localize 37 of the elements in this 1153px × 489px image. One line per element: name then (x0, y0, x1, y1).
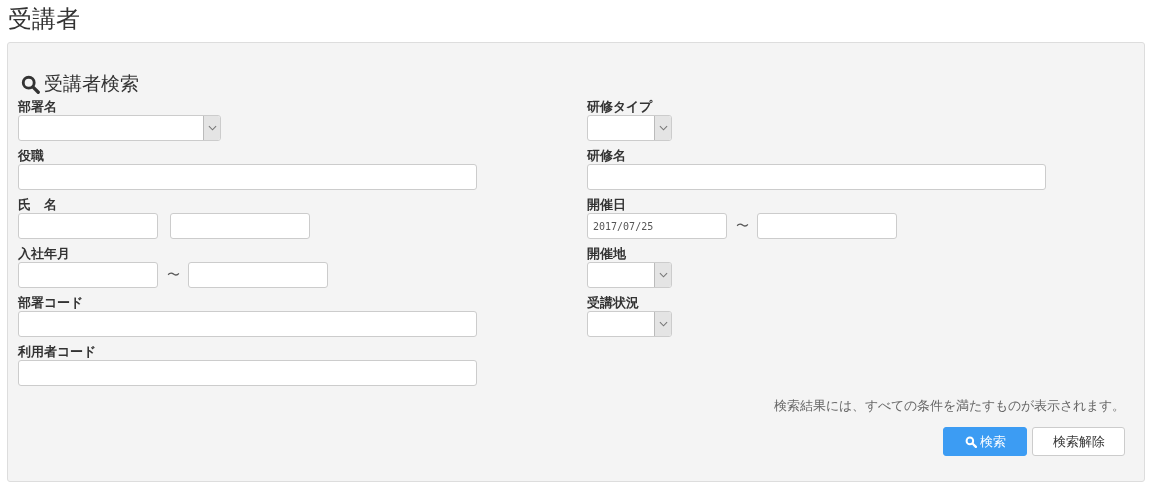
range-separator: 〜 (166, 266, 180, 284)
dropdown-icon (654, 312, 671, 336)
select-field[interactable] (587, 311, 672, 337)
input-field[interactable] (18, 213, 158, 239)
input-field[interactable]: 2017/07/25 (587, 213, 727, 239)
input-field[interactable] (757, 213, 897, 239)
field-label: 利用者コード (18, 343, 97, 360)
input-field[interactable] (587, 164, 1046, 190)
range-separator: 〜 (735, 217, 749, 235)
field-label: 氏 名 (18, 196, 58, 213)
input-field[interactable] (18, 360, 477, 386)
dropdown-icon (203, 116, 220, 140)
field-label: 役職 (18, 147, 45, 164)
input-field[interactable] (18, 164, 477, 190)
input-field[interactable] (18, 311, 477, 337)
select-field[interactable] (587, 262, 672, 288)
search-button[interactable]: 検索解除 (1032, 427, 1125, 456)
search-icon (21, 74, 40, 94)
field-label: 研修タイプ (587, 98, 654, 115)
dropdown-icon (654, 263, 671, 287)
input-field[interactable] (170, 213, 310, 239)
field-label: 入社年月 (18, 245, 71, 262)
field-label: 開催地 (587, 245, 627, 262)
panel-title: 受講者検索 (44, 71, 139, 96)
field-label: 開催日 (587, 196, 627, 213)
dropdown-icon (654, 116, 671, 140)
search-icon (964, 435, 977, 448)
field-label: 部署コード (18, 294, 84, 311)
input-field[interactable] (188, 262, 328, 288)
field-label: 部署名 (18, 98, 58, 115)
note-text: 検索結果には、すべての条件を満たすものが表示されます。 (773, 398, 1125, 415)
field-label: 受講状況 (587, 294, 640, 311)
input-field[interactable] (18, 262, 158, 288)
field-label: 研修名 (587, 147, 627, 164)
select-field[interactable] (18, 115, 221, 141)
page-title: 受講者 (7, 4, 81, 35)
select-field[interactable] (587, 115, 672, 141)
